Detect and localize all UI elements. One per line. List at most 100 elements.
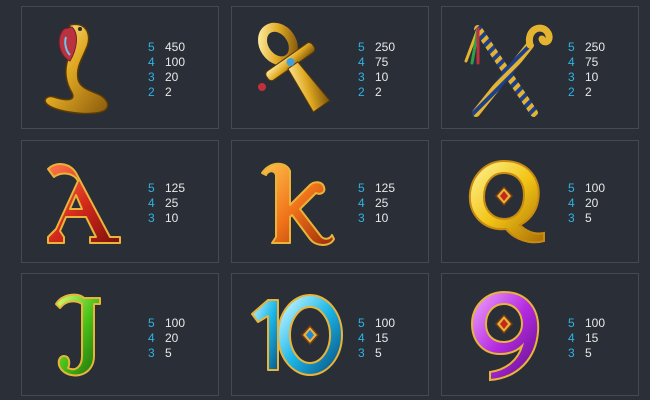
paytable-cell-k: 5 125 4 25 3 10 <box>231 140 429 263</box>
letter-k-icon <box>240 149 348 254</box>
payout-value: 10 <box>165 211 179 225</box>
payout-row: 4 25 <box>148 196 185 211</box>
payout-value: 5 <box>165 346 172 360</box>
payout-row: 3 10 <box>358 211 395 226</box>
payout-value: 2 <box>375 85 382 99</box>
symbol-count: 4 <box>148 196 155 210</box>
symbol-count: 3 <box>358 211 365 225</box>
payout-value: 25 <box>165 196 179 210</box>
payout-row: 35 <box>358 346 395 361</box>
payout-value: 5 <box>375 346 382 360</box>
paytable-cell-q: 5 100 4 20 35 <box>441 140 639 263</box>
payout-row: 5 100 <box>148 316 185 331</box>
ankh-icon <box>240 15 348 120</box>
payout-row: 22 <box>358 85 395 100</box>
payout-row: 4 15 <box>568 331 605 346</box>
symbol-count: 4 <box>568 331 575 345</box>
payout-row: 22 <box>148 85 185 100</box>
payout-value: 10 <box>585 70 599 84</box>
payout-row: 35 <box>568 346 605 361</box>
payout-row: 3 20 <box>148 70 185 85</box>
payout-value: 15 <box>585 331 599 345</box>
symbol-count: 5 <box>358 181 365 195</box>
payout-value: 15 <box>375 331 389 345</box>
symbol-count: 3 <box>568 211 575 225</box>
paytable-cell-a: 5 125 4 25 3 10 <box>21 140 219 263</box>
payout-value: 100 <box>585 316 606 330</box>
payout-row: 4 100 <box>148 55 185 70</box>
payout-value: 125 <box>165 181 186 195</box>
symbol-count: 2 <box>358 85 365 99</box>
symbol-count: 5 <box>148 316 155 330</box>
payout-value: 10 <box>375 211 389 225</box>
payout-value: 250 <box>585 40 606 54</box>
symbol-count: 2 <box>568 85 575 99</box>
payout-row: 5 250 <box>358 40 395 55</box>
letter-a-icon <box>30 149 138 254</box>
payout-row: 5 125 <box>358 181 395 196</box>
letter-j-icon <box>30 282 138 387</box>
payout-value: 2 <box>585 85 592 99</box>
number-9-icon <box>450 282 558 387</box>
symbol-count: 4 <box>568 55 575 69</box>
payout-row: 35 <box>148 346 185 361</box>
payout-row: 3 10 <box>568 70 605 85</box>
payout-row: 4 15 <box>358 331 395 346</box>
paytable-cell-ankh: 5 250 4 75 3 10 22 <box>231 6 429 129</box>
symbol-count: 3 <box>568 346 575 360</box>
payout-value: 20 <box>165 70 179 84</box>
symbol-count: 4 <box>148 55 155 69</box>
payout-value: 2 <box>165 85 172 99</box>
symbol-count: 3 <box>148 70 155 84</box>
symbol-count: 5 <box>358 40 365 54</box>
letter-q-icon <box>450 149 558 254</box>
payout-value: 5 <box>585 211 592 225</box>
symbol-count: 4 <box>148 331 155 345</box>
payout-row: 22 <box>568 85 605 100</box>
symbol-count: 5 <box>568 40 575 54</box>
symbol-count: 3 <box>148 346 155 360</box>
payout-row: 35 <box>568 211 605 226</box>
payout-value: 20 <box>165 331 179 345</box>
payout-value: 75 <box>585 55 599 69</box>
symbol-count: 2 <box>148 85 155 99</box>
payout-value: 100 <box>165 55 186 69</box>
payout-row: 3 10 <box>148 211 185 226</box>
symbol-count: 5 <box>568 316 575 330</box>
payout-row: 5 125 <box>148 181 185 196</box>
symbol-count: 5 <box>568 181 575 195</box>
paytable-cell-j: 5 100 4 20 35 <box>21 273 219 396</box>
symbol-count: 5 <box>358 316 365 330</box>
payout-value: 250 <box>375 40 396 54</box>
payout-value: 125 <box>375 181 396 195</box>
payout-value: 100 <box>585 181 606 195</box>
symbol-count: 3 <box>568 70 575 84</box>
payout-value: 10 <box>375 70 389 84</box>
payout-value: 75 <box>375 55 389 69</box>
payout-row: 4 75 <box>358 55 395 70</box>
payout-value: 20 <box>585 196 599 210</box>
paytable-cell-cobra: 5 450 4 100 3 20 22 <box>21 6 219 129</box>
payout-row: 5 100 <box>358 316 395 331</box>
symbol-count: 5 <box>148 40 155 54</box>
symbol-count: 4 <box>358 196 365 210</box>
symbol-count: 5 <box>148 181 155 195</box>
payout-row: 5 100 <box>568 316 605 331</box>
symbol-count: 3 <box>358 70 365 84</box>
symbol-count: 4 <box>358 331 365 345</box>
payout-value: 100 <box>165 316 186 330</box>
payout-row: 3 10 <box>358 70 395 85</box>
symbol-count: 3 <box>148 211 155 225</box>
payout-row: 4 20 <box>148 331 185 346</box>
symbol-count: 4 <box>358 55 365 69</box>
cobra-icon <box>30 15 138 120</box>
payout-value: 450 <box>165 40 186 54</box>
paytable-cell-9: 5 100 4 15 35 <box>441 273 639 396</box>
payout-row: 4 75 <box>568 55 605 70</box>
payout-value: 25 <box>375 196 389 210</box>
payout-row: 5 100 <box>568 181 605 196</box>
number-10-icon <box>240 282 348 387</box>
paytable-cell-crook-flail: 5 250 4 75 3 10 22 <box>441 6 639 129</box>
paytable-cell-10: 5 100 4 15 35 <box>231 273 429 396</box>
payout-row: 5 250 <box>568 40 605 55</box>
